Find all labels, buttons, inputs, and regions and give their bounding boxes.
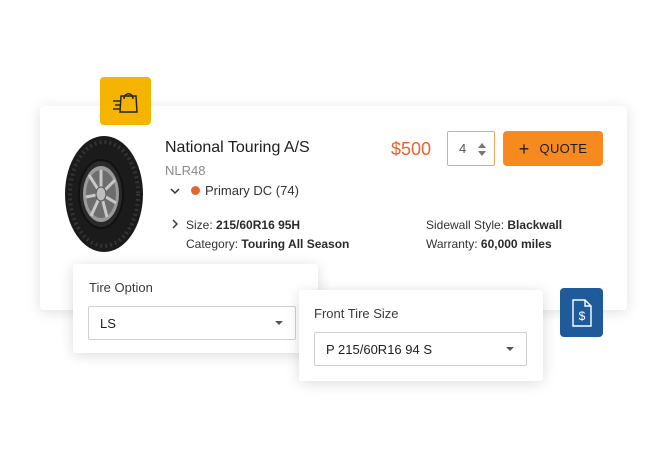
quote-button-label: QUOTE bbox=[539, 141, 588, 156]
front-tire-size-label: Front Tire Size bbox=[314, 306, 399, 321]
caret-down-icon bbox=[506, 347, 514, 351]
stock-status-dot bbox=[191, 186, 200, 195]
spec-sidewall-label: Sidewall Style: bbox=[426, 218, 505, 232]
product-title[interactable]: National Touring A/S bbox=[165, 139, 310, 157]
front-tire-size-panel: Front Tire Size P 215/60R16 94 S bbox=[299, 290, 543, 381]
svg-text:$: $ bbox=[578, 309, 585, 323]
tire-option-label: Tire Option bbox=[89, 280, 153, 295]
tire-option-select[interactable]: LS bbox=[88, 306, 296, 340]
spec-sidewall-value: Blackwall bbox=[507, 218, 563, 232]
tire-option-panel: Tire Option LS bbox=[73, 264, 318, 353]
shopping-bag-icon bbox=[112, 93, 138, 113]
spec-warranty: Warranty: 60,000 miles bbox=[426, 237, 552, 251]
spec-category-label: Category: bbox=[186, 237, 239, 251]
plus-icon: + bbox=[518, 138, 530, 159]
invoice-badge: $ bbox=[560, 288, 603, 337]
spec-warranty-label: Warranty: bbox=[426, 237, 478, 251]
shopping-bag-badge bbox=[100, 77, 151, 125]
spec-size-value: 215/60R16 95H bbox=[216, 218, 301, 232]
chevron-down-icon[interactable] bbox=[169, 185, 181, 197]
spec-category-value: Touring All Season bbox=[241, 237, 350, 251]
caret-down-icon bbox=[275, 321, 283, 325]
chevron-right-icon[interactable] bbox=[170, 219, 180, 229]
quantity-value: 4 bbox=[459, 141, 467, 156]
front-tire-size-value: P 215/60R16 94 S bbox=[326, 341, 433, 357]
spec-category: Category: Touring All Season bbox=[186, 237, 349, 251]
price: $500 bbox=[391, 139, 432, 159]
spec-sidewall: Sidewall Style: Blackwall bbox=[426, 218, 562, 232]
invoice-dollar-icon: $ bbox=[571, 298, 592, 327]
front-tire-size-select[interactable]: P 215/60R16 94 S bbox=[314, 332, 527, 366]
location-toggle[interactable]: Primary DC (74) bbox=[169, 183, 299, 198]
spec-size: Size: 215/60R16 95H bbox=[186, 218, 300, 232]
stepper-arrows-icon[interactable] bbox=[478, 143, 486, 156]
tire-image bbox=[65, 136, 143, 252]
spec-size-label: Size: bbox=[186, 218, 213, 232]
add-quote-button[interactable]: + QUOTE bbox=[503, 131, 603, 166]
tire-option-value: LS bbox=[100, 315, 116, 331]
location-label: Primary DC (74) bbox=[205, 183, 299, 198]
quantity-stepper[interactable]: 4 bbox=[447, 131, 495, 166]
spec-warranty-value: 60,000 miles bbox=[480, 237, 552, 251]
product-sku: NLR48 bbox=[165, 163, 206, 178]
